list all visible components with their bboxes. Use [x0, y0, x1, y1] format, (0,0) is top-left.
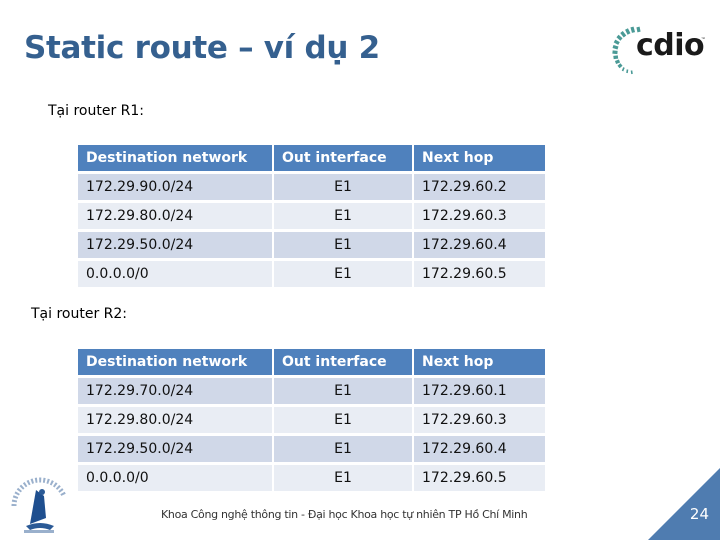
- header-destination: Destination network: [78, 349, 272, 375]
- cell-interface: E1: [274, 407, 412, 433]
- table-row: 172.29.50.0/24 E1 172.29.60.4: [78, 436, 545, 462]
- cell-interface: E1: [274, 203, 412, 229]
- r1-label: Tại router R1:: [48, 103, 145, 119]
- cell-next-hop: 172.29.60.2: [414, 174, 545, 200]
- cell-next-hop: 172.29.60.5: [414, 465, 545, 491]
- university-logo-icon: [11, 477, 67, 533]
- cell-interface: E1: [274, 232, 412, 258]
- header-next-hop: Next hop: [414, 145, 545, 171]
- cell-interface: E1: [274, 261, 412, 287]
- r2-routing-table: Destination network Out interface Next h…: [76, 346, 547, 494]
- table-row: 172.29.80.0/24 E1 172.29.60.3: [78, 203, 545, 229]
- table-row: 172.29.80.0/24 E1 172.29.60.3: [78, 407, 545, 433]
- table-row: 172.29.70.0/24 E1 172.29.60.1: [78, 378, 545, 404]
- table-row: 0.0.0.0/0 E1 172.29.60.5: [78, 261, 545, 287]
- table-row: 172.29.90.0/24 E1 172.29.60.2: [78, 174, 545, 200]
- cell-next-hop: 172.29.60.5: [414, 261, 545, 287]
- header-out-interface: Out interface: [274, 349, 412, 375]
- cell-next-hop: 172.29.60.3: [414, 203, 545, 229]
- cell-interface: E1: [274, 174, 412, 200]
- cell-interface: E1: [274, 436, 412, 462]
- header-out-interface: Out interface: [274, 145, 412, 171]
- table-header-row: Destination network Out interface Next h…: [78, 349, 545, 375]
- corner-decoration: [648, 468, 720, 540]
- cdio-logo-text: cdio: [636, 28, 705, 63]
- cell-destination: 172.29.90.0/24: [78, 174, 272, 200]
- cell-destination: 0.0.0.0/0: [78, 261, 272, 287]
- table-row: 0.0.0.0/0 E1 172.29.60.5: [78, 465, 545, 491]
- r1-routing-table: Destination network Out interface Next h…: [76, 142, 547, 290]
- footer-text: Khoa Công nghệ thông tin - Đại học Khoa …: [161, 508, 528, 521]
- cell-next-hop: 172.29.60.4: [414, 232, 545, 258]
- cell-destination: 172.29.70.0/24: [78, 378, 272, 404]
- cell-next-hop: 172.29.60.3: [414, 407, 545, 433]
- cell-destination: 172.29.80.0/24: [78, 407, 272, 433]
- table-row: 172.29.50.0/24 E1 172.29.60.4: [78, 232, 545, 258]
- cell-destination: 172.29.50.0/24: [78, 436, 272, 462]
- slide-title: Static route – ví dụ 2: [24, 30, 380, 66]
- cdio-logo-tm: ™: [701, 36, 705, 41]
- cell-destination: 172.29.50.0/24: [78, 232, 272, 258]
- cell-interface: E1: [274, 378, 412, 404]
- cell-interface: E1: [274, 465, 412, 491]
- header-next-hop: Next hop: [414, 349, 545, 375]
- table-header-row: Destination network Out interface Next h…: [78, 145, 545, 171]
- cell-next-hop: 172.29.60.1: [414, 378, 545, 404]
- cell-next-hop: 172.29.60.4: [414, 436, 545, 462]
- cdio-logo: cdio ™: [608, 22, 708, 80]
- page-number: 24: [689, 505, 709, 523]
- r2-label: Tại router R2:: [31, 306, 128, 322]
- cell-destination: 0.0.0.0/0: [78, 465, 272, 491]
- header-destination: Destination network: [78, 145, 272, 171]
- cell-destination: 172.29.80.0/24: [78, 203, 272, 229]
